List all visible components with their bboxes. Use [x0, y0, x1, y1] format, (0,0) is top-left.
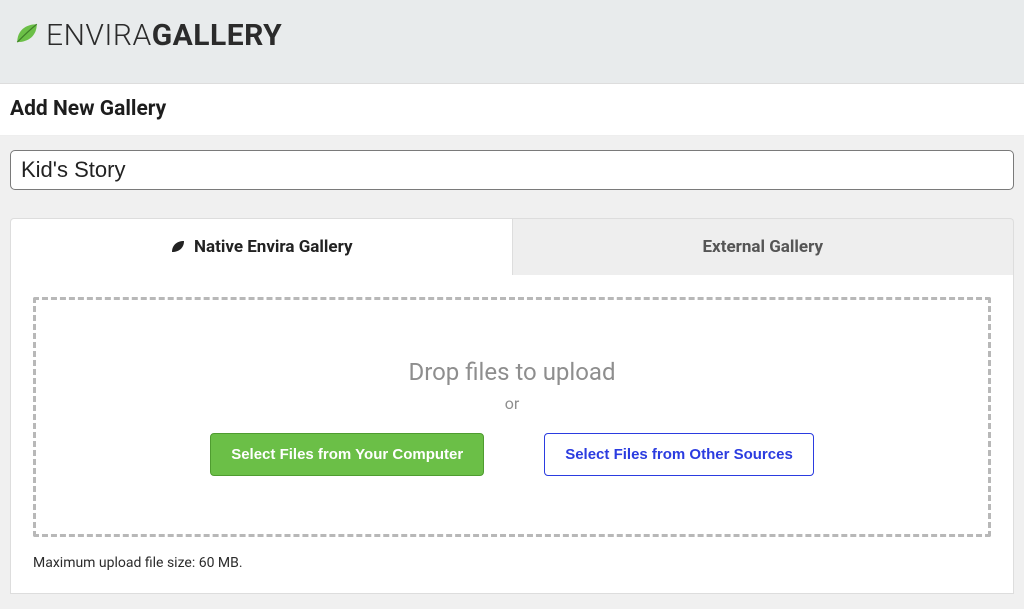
tab-external-label: External Gallery	[702, 237, 823, 257]
tab-native-label: Native Envira Gallery	[194, 237, 353, 257]
tab-external-gallery[interactable]: External Gallery	[513, 218, 1015, 275]
drop-or: or	[56, 394, 968, 413]
max-upload-note: Maximum upload file size: 60 MB.	[33, 555, 991, 571]
drop-title: Drop files to upload	[56, 358, 968, 386]
brand-logo: ENVIRAGALLERY	[14, 18, 1010, 53]
tabs: Native Envira Gallery External Gallery	[10, 218, 1014, 275]
tab-panel-wrap: Native Envira Gallery External Gallery D…	[10, 218, 1014, 594]
brand-name-bold: GALLERY	[152, 18, 283, 53]
leaf-icon	[170, 239, 186, 255]
drop-buttons: Select Files from Your Computer Select F…	[56, 433, 968, 476]
select-files-other-button[interactable]: Select Files from Other Sources	[544, 433, 814, 476]
brand-header: ENVIRAGALLERY	[0, 0, 1024, 83]
brand-name-thin: ENVIRA	[46, 18, 152, 53]
tab-panel: Drop files to upload or Select Files fro…	[10, 275, 1014, 594]
page-title-bar: Add New Gallery	[0, 83, 1024, 136]
leaf-icon	[14, 21, 40, 51]
select-files-computer-button[interactable]: Select Files from Your Computer	[210, 433, 484, 476]
gallery-title-input[interactable]	[10, 150, 1014, 190]
page-title: Add New Gallery	[10, 97, 1010, 121]
content-wrap: Native Envira Gallery External Gallery D…	[0, 136, 1024, 594]
file-dropzone[interactable]: Drop files to upload or Select Files fro…	[33, 297, 991, 537]
brand-name: ENVIRAGALLERY	[46, 18, 282, 53]
tab-native-gallery[interactable]: Native Envira Gallery	[10, 218, 513, 275]
